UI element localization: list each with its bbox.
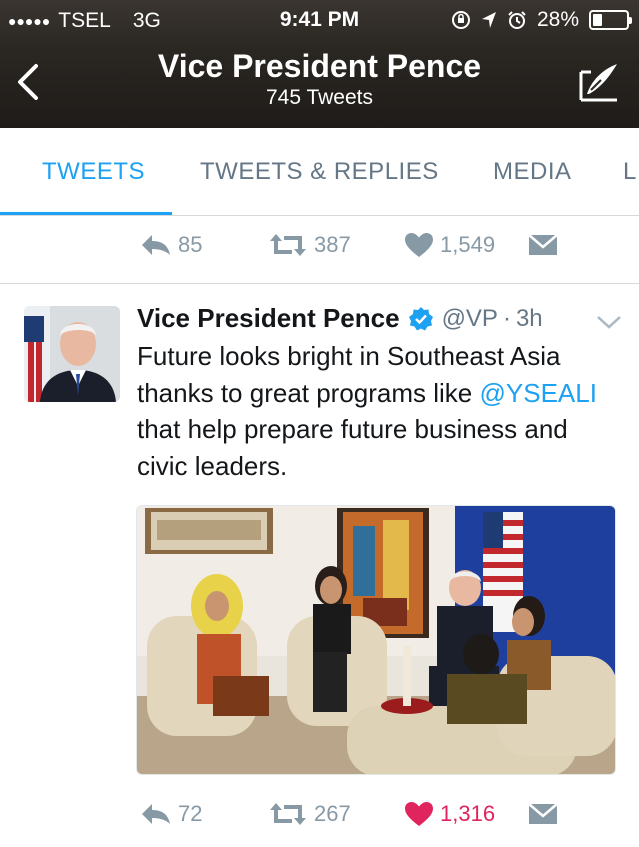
- heart-icon: [405, 802, 433, 826]
- active-tab-indicator: [0, 212, 172, 215]
- like-count: 1,549: [440, 232, 496, 257]
- tab-tweets-and-replies[interactable]: TWEETS & REPLIES: [200, 158, 439, 186]
- alarm-icon: [508, 11, 526, 29]
- rotation-lock-icon: [451, 11, 470, 29]
- tweet-divider: [0, 283, 639, 284]
- retweet-button[interactable]: 387: [268, 232, 351, 258]
- battery-level: [593, 14, 602, 26]
- separator-dot: ·: [502, 304, 511, 332]
- profile-tabs: TWEETS TWEETS & REPLIES MEDIA L: [0, 128, 639, 216]
- verified-badge-icon: [408, 306, 433, 330]
- retweet-icon: [270, 234, 306, 256]
- status-right: 28%: [451, 8, 632, 32]
- envelope-icon: [528, 803, 558, 824]
- like-count: 1,316: [440, 801, 496, 826]
- tweet-timestamp: 3h: [515, 304, 543, 332]
- heart-icon: [405, 233, 433, 257]
- envelope-icon: [528, 234, 558, 255]
- battery-percent: 28%: [536, 8, 579, 31]
- avatar-image: [24, 306, 120, 402]
- direct-message-button[interactable]: [528, 803, 558, 825]
- retweet-button[interactable]: 267: [268, 801, 351, 827]
- reply-count: 72: [178, 801, 203, 826]
- reply-count: 85: [178, 232, 203, 257]
- like-button[interactable]: 1,316: [404, 801, 495, 827]
- tweet-text-part: that help prepare future business and ci…: [137, 414, 568, 481]
- reply-icon: [142, 804, 170, 824]
- tab-media[interactable]: MEDIA: [493, 158, 572, 186]
- location-arrow-icon: [481, 12, 496, 28]
- avatar[interactable]: [24, 306, 120, 402]
- reply-button[interactable]: 72: [140, 801, 202, 827]
- like-button[interactable]: 1,549: [404, 232, 495, 258]
- tweet-header: Vice President Pence @VP · 3h: [137, 303, 543, 334]
- author-handle[interactable]: @VP: [442, 305, 498, 333]
- profile-header: ●●●●● TSEL 3G 9:41 PM 28% Vice President…: [0, 0, 639, 128]
- tweet-text: Future looks bright in Southeast Asia th…: [137, 338, 617, 484]
- reply-button[interactable]: 85: [140, 232, 202, 258]
- status-bar: ●●●●● TSEL 3G 9:41 PM 28%: [0, 0, 639, 40]
- photo-illustration: [137, 506, 615, 774]
- retweet-count: 267: [314, 801, 351, 826]
- reply-icon: [142, 235, 170, 255]
- compose-tweet-button[interactable]: [577, 60, 621, 104]
- page-title: Vice President Pence: [157, 48, 482, 84]
- chevron-down-icon[interactable]: [596, 314, 622, 330]
- tab-likes[interactable]: L: [623, 158, 637, 186]
- tweet-count: 745 Tweets: [265, 86, 374, 109]
- tab-tweets[interactable]: TWEETS: [42, 158, 145, 186]
- author-name[interactable]: Vice President Pence: [137, 303, 400, 334]
- tweet-photo[interactable]: [136, 505, 616, 775]
- battery-icon: [589, 10, 632, 30]
- tweet-actions: 72 267 1,316: [0, 797, 639, 837]
- retweet-icon: [270, 803, 306, 825]
- direct-message-button[interactable]: [528, 234, 558, 256]
- mention-link[interactable]: @YSEALI: [480, 378, 597, 408]
- previous-tweet-actions: 85 387 1,549: [0, 228, 639, 268]
- retweet-count: 387: [314, 232, 351, 257]
